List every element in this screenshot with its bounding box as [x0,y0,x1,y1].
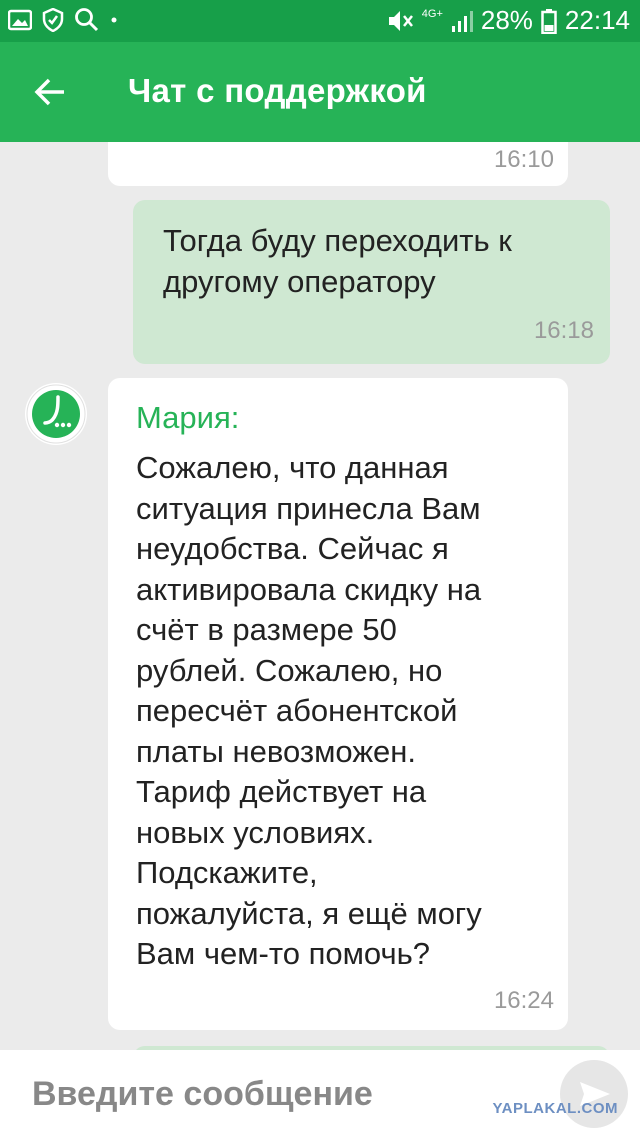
app-bar: Чат с поддержкой [0,42,640,142]
message-line: рублей. Сожалею, но [136,652,443,688]
message-line: неудобства. Сейчас я [136,531,449,566]
message-line: другому оператору [163,263,436,299]
message-text: Сожалею, что данная ситуация принесла Ва… [136,448,482,975]
message-line: новых условиях. [136,814,375,850]
outgoing-message: Тогда буду переходить к другому оператор… [133,200,610,364]
signal-icon [451,10,473,32]
message-line: Тариф действует на [136,774,427,809]
message-text: Тогда буду переходить к другому оператор… [163,221,512,302]
gallery-icon [8,9,32,31]
network-type-label: 4G+ [421,8,443,20]
operator-avatar [25,383,87,445]
clock: 22:14 [564,5,630,35]
status-bar: 4G+ 28% 22:14 [0,0,640,42]
message-composer: Введите сообщение [0,1050,640,1138]
battery-icon [541,8,557,34]
page-title: Чат с поддержкой [128,72,427,109]
message-input[interactable]: Введите сообщение [0,1050,640,1138]
sender-name: Мария: [136,400,240,435]
message-line: пересчёт абонентской [136,693,458,728]
back-button[interactable] [30,72,70,112]
message-time: 16:10 [493,146,554,173]
message-line: ситуация принесла Вам [136,490,481,526]
message-line: Вам чем-то помочь? [136,936,431,971]
chat-message-list[interactable]: 16:10 Тогда буду переходить к другому оп… [0,142,640,1050]
status-notification-icons [8,7,118,33]
message-line: пожалуйста, я ещё могу [136,895,482,931]
incoming-message: Мария: Сожалею, что данная ситуация прин… [108,378,568,1030]
notification-dot-icon [111,17,117,23]
incoming-message: 16:10 [108,142,568,186]
watermark: YAPLAKAL.COM [492,1100,618,1117]
mute-icon [388,10,413,31]
message-line: Сожалею, что данная [136,450,449,485]
send-button[interactable] [560,1060,628,1128]
message-time: 16:18 [533,317,594,344]
megafon-logo-icon [26,384,86,444]
message-line: Подскажите, [136,855,318,890]
message-time: 16:24 [493,987,554,1014]
message-line: активировала скидку на [136,571,482,607]
battery-percent: 28% [480,5,533,35]
message-line: Тогда буду переходить к [163,223,512,258]
message-line: платы невозможен. [136,733,417,769]
arrow-left-icon [34,78,64,106]
status-system-icons: 4G+ 28% 22:14 [386,5,630,36]
send-icon [580,1082,610,1106]
shield-icon [42,8,64,32]
message-line: счёт в размере 50 [136,612,397,647]
search-icon [75,8,99,32]
